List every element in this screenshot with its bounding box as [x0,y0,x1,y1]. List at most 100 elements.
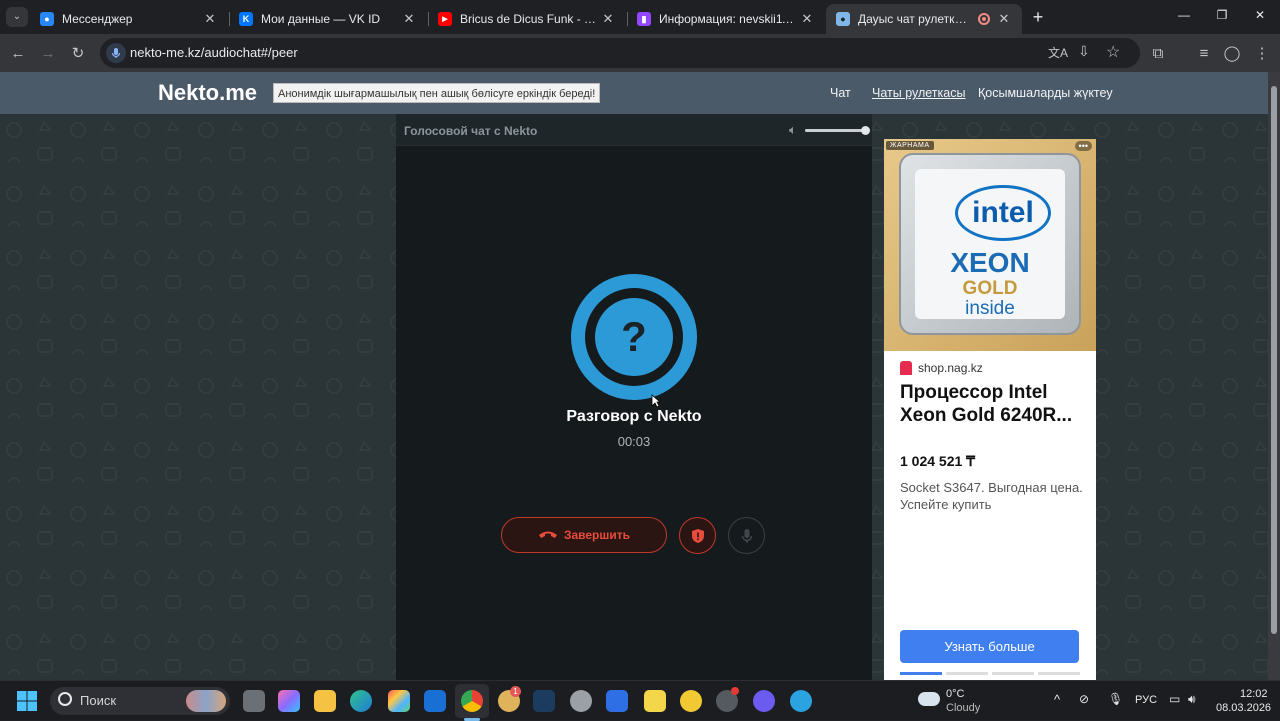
page-scrollbar[interactable] [1268,72,1280,680]
tab-title: Дауыс чат рулеткасы — Nekto.me [858,12,972,26]
ad-domain-text: shop.nag.kz [918,361,983,375]
call-timer: 00:03 [617,434,651,449]
ad-image-gold: GOLD [962,278,1018,299]
weather-description[interactable]: Cloudy [946,702,980,714]
tab-close-icon[interactable]: ✕ [996,11,1012,27]
reload-icon[interactable]: ↻ [67,42,89,64]
camera-off-icon[interactable]: ⊘ [1079,692,1089,706]
nav-chat[interactable]: Чат [830,86,851,100]
shop-logo-icon [900,361,912,375]
nav-download-apps[interactable]: Қосымшаларды жүктеу [978,86,1113,100]
ad-carousel-indicator [900,672,1080,675]
app-blue-icon[interactable] [606,690,628,712]
translate-icon[interactable]: 文A [1048,44,1068,61]
menu-icon[interactable]: ⋮ [1251,42,1273,64]
network-icon[interactable]: ▭ [1169,692,1180,706]
steam-icon[interactable] [533,690,555,712]
ad-badge: ЖАРНАМА [886,141,934,150]
tab-close-icon[interactable]: ✕ [202,11,218,27]
ad-menu-button[interactable]: ••• [1074,141,1092,151]
twitch-icon: ▮ [637,12,651,26]
install-app-icon[interactable]: ⇩ [1078,43,1090,60]
volume-tray-icon[interactable]: 🔊︎ [1188,692,1196,707]
tab-search-button[interactable]: ⌄ [6,7,28,27]
profile-icon[interactable]: ◯ [1221,42,1243,64]
discord-notification-badge: 1 [510,686,521,697]
hangup-phone-icon [538,531,557,538]
tab-close-icon[interactable]: ✕ [799,11,815,27]
windows-start-icon[interactable] [16,690,38,712]
app-purple-icon[interactable] [753,690,775,712]
app-yellow-icon[interactable] [680,690,702,712]
url-text: nekto-me.kz/audiochat#/peer [130,45,298,60]
address-bar[interactable]: nekto-me.kz/audiochat#/peer 文A ⇩ ☆ [100,38,1140,68]
telegram-icon[interactable] [790,690,812,712]
scrollbar-thumb[interactable] [1271,86,1277,634]
ad-cta-button[interactable]: Узнать больше [900,630,1079,663]
minimize-button[interactable]: — [1172,8,1196,22]
ad-domain[interactable]: shop.nag.kz [900,361,983,375]
vpn-icon[interactable] [570,690,592,712]
ad-title[interactable]: Процессор Intel Xeon Gold 6240R... [900,381,1086,427]
ad-image[interactable]: intel XEON GOLD inside ЖАРНАМА ••• [884,139,1096,351]
tab-title: Мессенджер [62,12,133,26]
tab-vk-id[interactable]: K Мои данные — VK ID ✕ [229,4,427,34]
vk-messenger-icon: ● [40,12,54,26]
site-info-icon[interactable] [106,43,126,63]
weather-cloud-icon[interactable] [918,692,940,706]
site-logo[interactable]: Nekto.me [158,80,257,106]
browser-tab-strip: ⌄ ● Мессенджер ✕ K Мои данные — VK ID ✕ … [0,0,1280,34]
mute-microphone-button[interactable] [728,517,765,554]
microphone-tray-icon[interactable]: 🎙︎ [1108,692,1123,706]
advertisement[interactable]: intel XEON GOLD inside ЖАРНАМА ••• shop.… [884,139,1096,680]
input-language[interactable]: РУС [1135,694,1157,706]
ad-image-xeon: XEON [950,247,1030,278]
report-button[interactable] [679,517,716,554]
search-placeholder: Поиск [80,693,117,708]
volume-fill [805,129,865,132]
audio-chat-panel: Голосовой чат с Nekto 🔈︎ ? Разговор с Ne… [396,114,872,680]
weather-temperature[interactable]: 0°C [946,688,964,700]
close-window-button[interactable]: ✕ [1248,8,1272,22]
back-arrow-icon[interactable]: ← [7,42,29,64]
clock-date[interactable]: 08.03.2026 [1216,702,1271,714]
tab-messenger[interactable]: ● Мессенджер ✕ [30,4,228,34]
bookmark-star-icon[interactable]: ☆ [1106,42,1120,62]
question-mark-icon: ? [595,298,673,376]
tab-twitch[interactable]: ▮ Информация: nevskii11 - Twitch ✕ [627,4,825,34]
clock-time[interactable]: 12:02 [1240,688,1268,700]
tab-close-icon[interactable]: ✕ [600,11,616,27]
outlook-icon[interactable] [424,690,446,712]
copilot-icon[interactable] [278,690,300,712]
file-explorer-icon[interactable] [314,690,336,712]
end-call-button[interactable]: Завершить [501,517,667,553]
nav-chat-roulette[interactable]: Чаты рулеткасы [872,86,965,100]
extensions-icon[interactable]: ⧉ [1147,42,1169,64]
edge-icon[interactable] [350,690,372,712]
tab-youtube[interactable]: ▶ Bricus de Dicus Funk - YouTube ✕ [428,4,626,34]
nekto-icon: ● [836,12,850,26]
recording-icon [978,13,990,25]
task-view-icon[interactable] [243,690,265,712]
tray-overflow-icon[interactable]: ^ [1054,692,1060,707]
tab-title: Мои данные — VK ID [261,12,381,26]
search-icon [58,692,72,706]
page-background: Голосовой чат с Nekto 🔈︎ ? Разговор с Ne… [0,114,1268,680]
cpu-chip-image: intel XEON GOLD inside [899,153,1081,335]
panel-title: Голосовой чат с Nekto [404,124,538,138]
volume-slider[interactable] [805,126,870,135]
forward-arrow-icon[interactable]: → [37,42,59,64]
recording-dot-icon [731,687,739,695]
chrome-icon[interactable] [461,690,483,712]
tab-close-icon[interactable]: ✕ [401,11,417,27]
app-burst-icon[interactable] [644,690,666,712]
new-tab-button[interactable]: + [1028,6,1048,28]
media-control-icon[interactable]: ≡ [1193,42,1215,64]
volume-knob[interactable] [861,126,870,135]
maximize-button[interactable]: ❐ [1210,8,1234,22]
windows-taskbar: Поиск 1 0°C Cloudy ^ ⊘ 🎙︎ РУС ▭ 🔊︎ 12:02… [0,680,1280,721]
microsoft-store-icon[interactable] [388,690,410,712]
taskbar-search[interactable]: Поиск [50,687,230,715]
tab-nekto[interactable]: ● Дауыс чат рулеткасы — Nekto.me ✕ [826,4,1022,34]
panel-header: Голосовой чат с Nekto 🔈︎ [396,114,872,146]
